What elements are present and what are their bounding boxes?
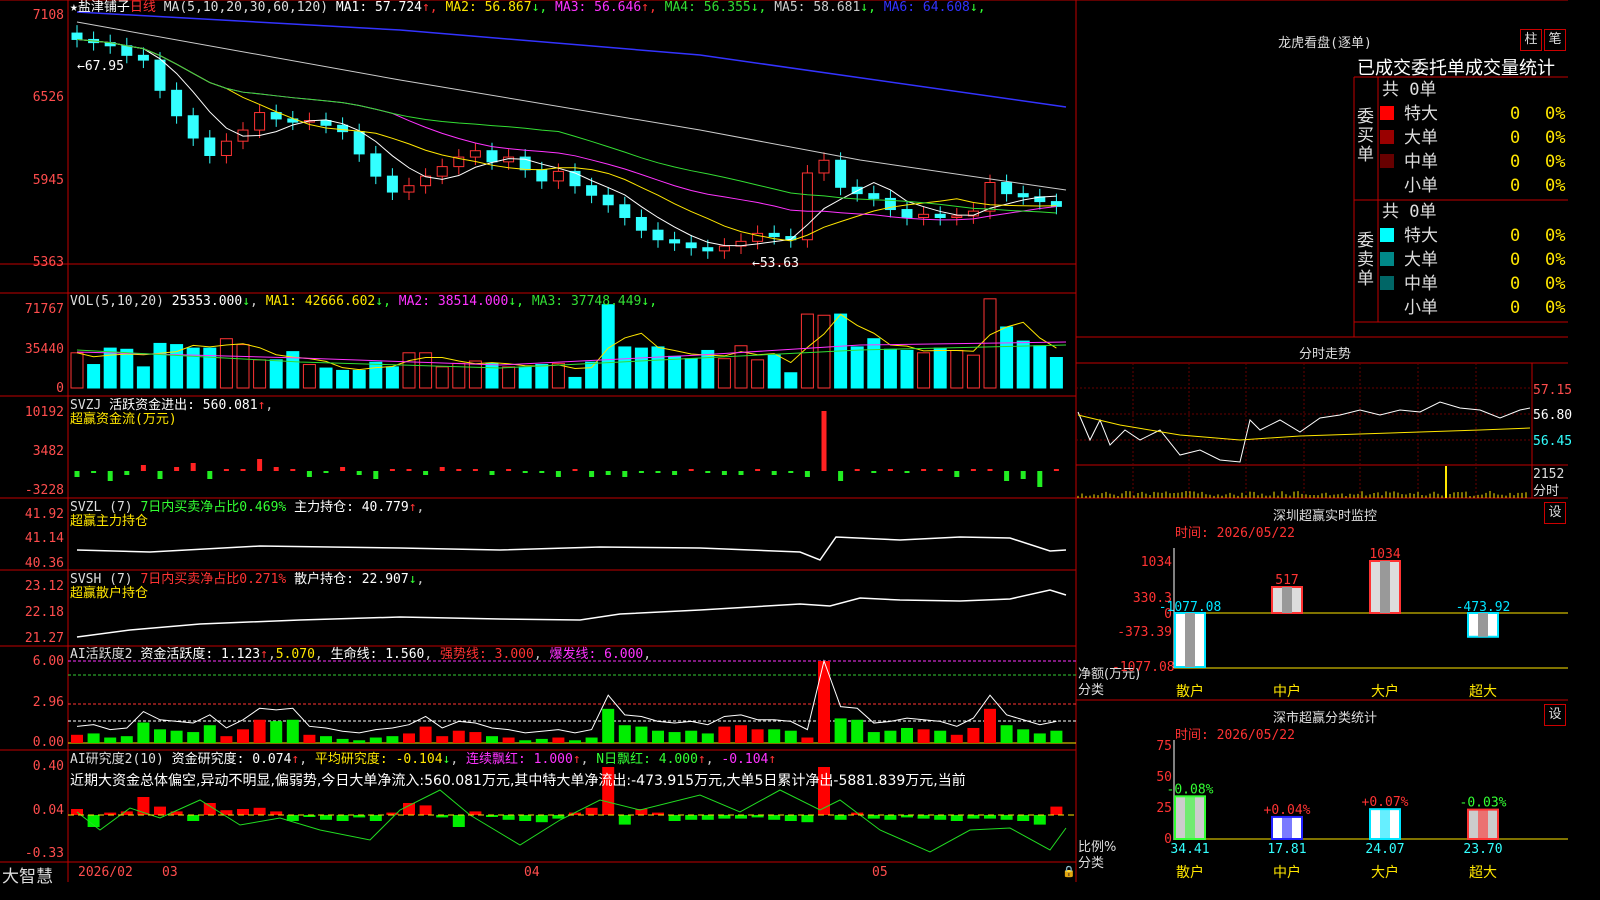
classify-category-label: 超大 — [1469, 865, 1497, 881]
classify-change-label: +0.07% — [1362, 795, 1409, 810]
classify-bar-shade — [1380, 809, 1390, 839]
classify-bar-chart: -0.08% 34.41 散户 +0.04% 17.81 中户 +0.07% 24.07 大户 -… — [0, 0, 1568, 882]
classify-value-label: 17.81 — [1267, 842, 1306, 857]
classify-bar-shade — [1478, 810, 1488, 839]
classify-bar-shade — [1282, 817, 1292, 839]
classify-category-label: 大户 — [1371, 864, 1399, 881]
classify-value-label: 24.07 — [1365, 842, 1404, 857]
classify-category-label: 中户 — [1273, 864, 1301, 881]
classify-value-label: 23.70 — [1463, 842, 1502, 857]
classify-change-label: -0.08% — [1167, 782, 1214, 797]
classify-category-label: 散户 — [1176, 864, 1204, 881]
classify-change-label: -0.03% — [1460, 796, 1507, 811]
classify-change-label: +0.04% — [1264, 803, 1311, 818]
classify-value-label: 34.41 — [1170, 842, 1209, 857]
classify-bar-shade — [1185, 796, 1195, 839]
